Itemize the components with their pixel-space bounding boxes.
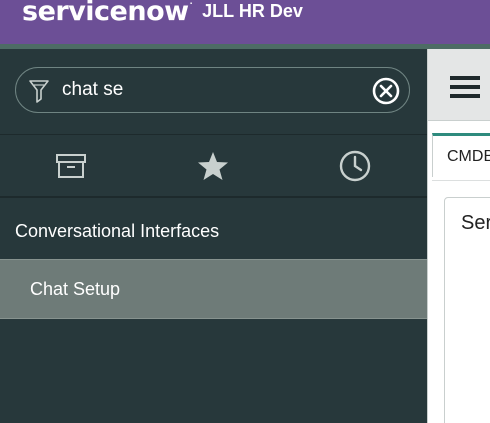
funnel-icon bbox=[28, 78, 50, 104]
circle-x-icon[interactable] bbox=[372, 77, 400, 105]
navigator-filter bbox=[15, 67, 410, 113]
logo-text: servicenow bbox=[22, 0, 189, 27]
content-header bbox=[428, 49, 490, 121]
hamburger-icon[interactable] bbox=[450, 76, 480, 100]
instance-name: JLL HR Dev bbox=[202, 0, 303, 21]
top-banner: servicenow. JLL HR Dev bbox=[0, 0, 490, 44]
application-navigator: Conversational Interfaces Chat Setup bbox=[0, 49, 427, 423]
servicenow-page: servicenow. JLL HR Dev chat se Conversat… bbox=[0, 0, 490, 423]
archive-box-icon[interactable] bbox=[54, 149, 88, 183]
logo-mark: . bbox=[189, 0, 193, 6]
content-pane: CMDB Ser bbox=[427, 49, 490, 423]
application-conversational-interfaces[interactable]: Conversational Interfaces bbox=[0, 206, 427, 256]
card-title: Ser bbox=[461, 212, 490, 234]
tab-divider bbox=[432, 180, 490, 181]
clock-icon[interactable] bbox=[338, 149, 372, 183]
tab-cmdb[interactable]: CMDB bbox=[432, 133, 490, 177]
navigator-tabs bbox=[0, 134, 427, 198]
star-icon[interactable] bbox=[196, 149, 230, 183]
servicenow-logo[interactable]: servicenow. bbox=[22, 0, 193, 27]
content-card: Ser bbox=[444, 197, 490, 423]
module-chat-setup[interactable]: Chat Setup bbox=[0, 259, 427, 319]
navigator-filter-input[interactable] bbox=[62, 76, 362, 104]
